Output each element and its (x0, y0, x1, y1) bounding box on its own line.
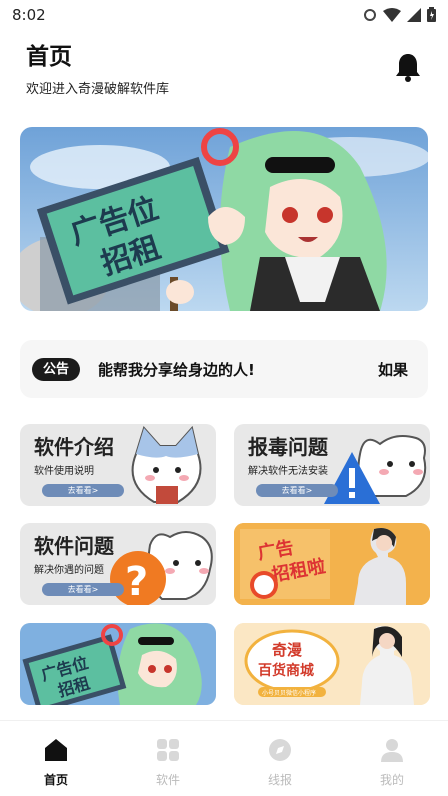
page-title: 首页 (26, 44, 72, 70)
announcement-text: 能帮我分享给身边的人! (98, 361, 255, 379)
card-software-intro[interactable]: 软件介绍 软件使用说明 去看看> (20, 424, 216, 506)
wifi-icon (383, 7, 401, 22)
announcement-badge: 公告 (32, 358, 81, 381)
banner-illustration: 广告位 招租 (20, 127, 428, 311)
apps-grid-icon (157, 739, 179, 761)
view-button[interactable]: 去看看> (42, 484, 124, 497)
settings-dot-icon (364, 8, 376, 21)
nav-home[interactable]: 首页 (26, 737, 86, 788)
mall-title-1: 奇漫 (272, 641, 303, 659)
card-mall[interactable]: 奇漫 百货商城 小号贝贝微信小程序 (234, 623, 430, 705)
nav-label: 软件 (155, 773, 180, 787)
nav-profile[interactable]: 我的 (362, 737, 422, 788)
ad-rent-illustration: 广告 招租啦 (234, 523, 430, 605)
status-time: 8:02 (12, 6, 46, 24)
card-title: 软件介绍 (34, 435, 114, 459)
signal-icon (407, 7, 421, 22)
mall-illustration: 奇漫 百货商城 小号贝贝微信小程序 (234, 623, 430, 705)
nav-label: 首页 (43, 773, 68, 787)
card-ad-rent[interactable]: 广告 招租啦 (234, 523, 430, 605)
card-subtitle: 软件使用说明 (34, 466, 94, 477)
card-title: 报毒问题 (248, 435, 328, 459)
ad-mini-illustration: 广告位 招租 (20, 623, 216, 705)
battery-icon (427, 7, 436, 22)
nav-software[interactable]: 软件 (138, 737, 198, 788)
mall-caption: 小号贝贝微信小程序 (262, 689, 316, 697)
status-icons (363, 7, 436, 22)
nav-label: 线报 (267, 773, 292, 787)
announcement-text-next: 如果 (378, 361, 409, 379)
compass-icon (269, 739, 291, 761)
view-button[interactable]: 去看看> (42, 583, 124, 596)
header: 首页 欢迎进入奇漫破解软件库 (26, 42, 426, 102)
bell-icon[interactable] (394, 52, 422, 82)
card-software-issue[interactable]: ? 软件问题 解决你遇的问题 去看看> (20, 523, 216, 605)
home-icon (45, 739, 67, 761)
card-title: 软件问题 (34, 534, 114, 558)
status-bar: 8:02 (0, 0, 448, 32)
nav-news[interactable]: 线报 (250, 737, 310, 788)
card-subtitle: 解决软件无法安装 (248, 466, 328, 477)
bottom-nav: 首页 软件 线报 我的 (0, 720, 448, 796)
mall-title-2: 百货商城 (258, 662, 314, 679)
svg-text:?: ? (125, 559, 148, 605)
page-subtitle: 欢迎进入奇漫破解软件库 (26, 82, 170, 97)
card-subtitle: 解决你遇的问题 (34, 565, 104, 576)
nav-label: 我的 (379, 773, 404, 787)
card-ad-banner-small[interactable]: 广告位 招租 (20, 623, 216, 705)
view-button[interactable]: 去看看> (256, 484, 338, 497)
cat-mascot-icon (131, 425, 202, 504)
card-virus-issue[interactable]: 报毒问题 解决软件无法安装 去看看> (234, 424, 430, 506)
ad-banner[interactable]: 广告位 招租 (20, 127, 428, 311)
announcement-bar[interactable]: 公告 能帮我分享给身边的人! 如果 (20, 340, 428, 398)
profile-icon (381, 739, 403, 762)
